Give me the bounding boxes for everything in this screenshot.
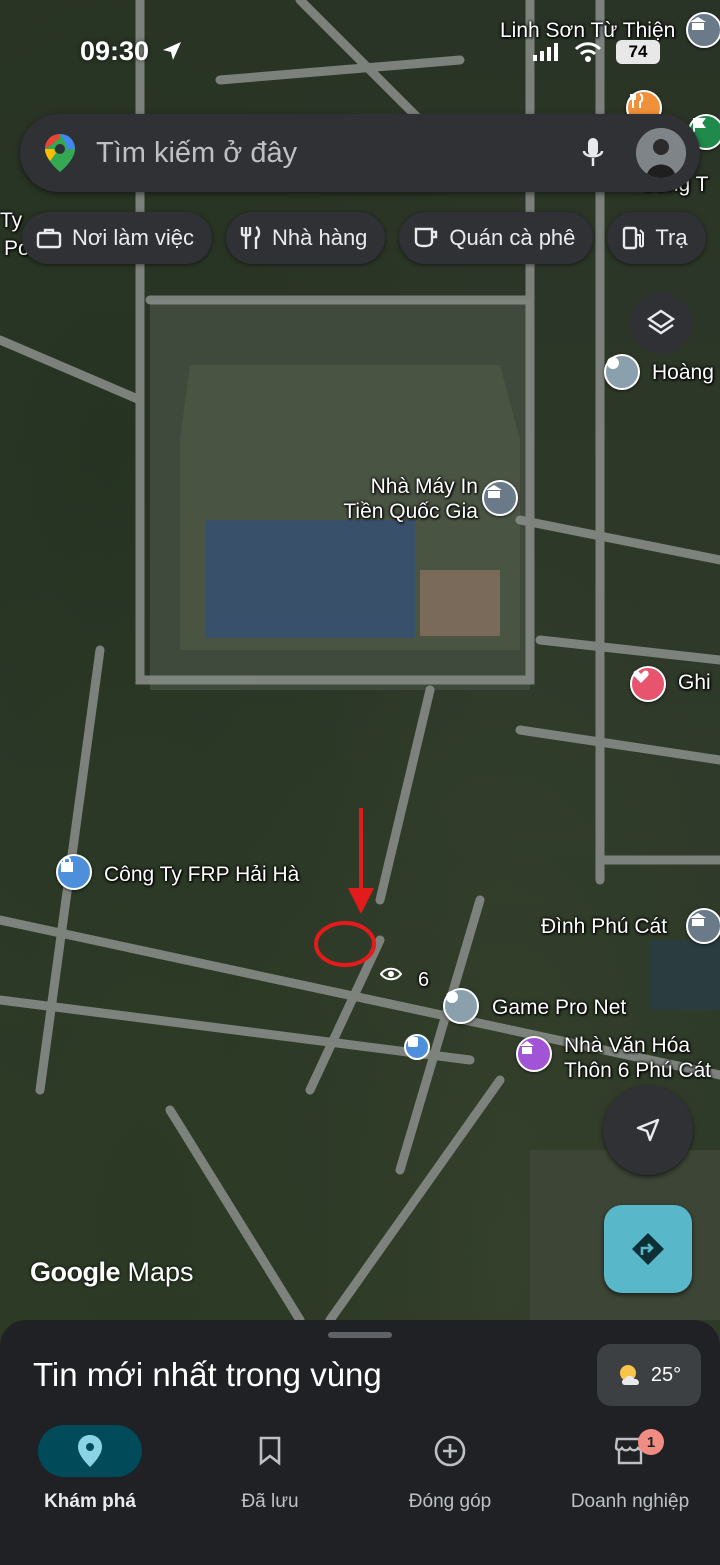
microphone-icon[interactable] [580, 136, 606, 170]
nav-pill [398, 1425, 502, 1477]
battery-indicator: 74 [616, 40, 660, 64]
temperature: 25° [650, 1363, 682, 1386]
weather-chip[interactable]: 25° [597, 1344, 701, 1406]
google-logo-text: Google [30, 1257, 121, 1287]
search-input[interactable]: Tìm kiếm ở đây [96, 137, 580, 170]
shopping-bag-icon[interactable] [56, 854, 92, 890]
factory-roof [205, 520, 415, 638]
map-label[interactable]: Đình Phú Cát [541, 914, 667, 939]
clock-text: 09:30 [80, 36, 150, 66]
status-time: 09:30 [80, 36, 183, 67]
map-label-line: Tiền Quốc Gia [343, 500, 478, 524]
map-label[interactable]: Ty [0, 208, 22, 233]
map-label-line: Nhà Máy In [370, 475, 478, 498]
nav-contribute[interactable]: Đóng góp [360, 1417, 540, 1565]
nav-business[interactable]: 1 Doanh nghiệp [540, 1417, 720, 1565]
road [0, 335, 145, 405]
fork-knife-icon [240, 225, 261, 249]
location-pin-icon[interactable] [443, 988, 479, 1024]
location-pin-icon [78, 1435, 102, 1467]
map-label-printing-factory[interactable]: Nhà Máy In Tiền Quốc Gia [322, 474, 478, 524]
road [215, 55, 465, 85]
cellular-signal-icon [533, 43, 558, 61]
location-pin-icon[interactable] [604, 354, 640, 390]
road [535, 635, 720, 665]
heart-icon[interactable] [630, 666, 666, 702]
map-label[interactable]: Hoàng [652, 360, 714, 385]
road [165, 1105, 305, 1325]
navigation-arrow-icon [636, 1118, 660, 1142]
chip-label: Trạ [655, 225, 688, 250]
search-bar[interactable]: Tìm kiếm ở đây [20, 114, 700, 192]
layers-button[interactable] [630, 292, 692, 354]
map-label-cultural-house[interactable]: Nhà Văn Hóa Thôn 6 Phú Cát [564, 1033, 711, 1083]
bookmark-icon [259, 1436, 281, 1466]
map-label[interactable]: Công Ty FRP Hải Hà [104, 862, 299, 887]
road [295, 0, 425, 125]
road [515, 515, 720, 565]
annotation-arrow-head [348, 888, 374, 914]
map-label[interactable]: 6 [418, 968, 429, 992]
add-circle-icon [434, 1435, 466, 1467]
coffee-icon [415, 227, 438, 248]
nav-label: Đã lưu [241, 1491, 299, 1512]
bottom-navigation: Khám phá Đã lưu Đóng góp 1 Doanh nghiệp [0, 1417, 720, 1565]
road [515, 725, 720, 765]
map-label[interactable]: Game Pro Net [492, 995, 626, 1020]
chip-label: Nhà hàng [272, 225, 368, 250]
maps-logo-text: Maps [127, 1257, 194, 1287]
bottom-sheet[interactable]: Tin mới nhất trong vùng 25° [0, 1320, 720, 1420]
sheet-title: Tin mới nhất trong vùng [33, 1356, 382, 1393]
chip-gas-station[interactable]: Trạ [607, 212, 706, 264]
notification-badge: 1 [638, 1429, 664, 1455]
museum-icon[interactable] [482, 480, 518, 516]
pond [650, 940, 720, 1010]
briefcase-icon [36, 228, 62, 249]
landmark-icon[interactable] [516, 1036, 552, 1072]
gas-station-icon [623, 226, 645, 250]
nav-label: Đóng góp [408, 1491, 492, 1512]
temple-icon[interactable] [686, 12, 720, 48]
drag-handle[interactable] [328, 1332, 392, 1338]
map-label-line: Nhà Văn Hóa [564, 1034, 691, 1057]
layers-icon [646, 309, 676, 335]
chip-coffee[interactable]: Quán cà phê [399, 212, 594, 264]
google-maps-logo: Google Maps [30, 1257, 194, 1288]
building [420, 570, 500, 636]
my-location-button[interactable] [603, 1085, 693, 1175]
annotation-circle [314, 921, 376, 967]
road [305, 935, 385, 1095]
nav-pill [38, 1425, 142, 1477]
nav-label: Khám phá [44, 1491, 136, 1512]
chip-label: Quán cà phê [449, 225, 576, 250]
road [375, 685, 435, 905]
map-label[interactable]: Ghi [678, 670, 711, 695]
nav-saved[interactable]: Đã lưu [180, 1417, 360, 1565]
location-arrow-icon [162, 42, 181, 60]
nav-explore[interactable]: Khám phá [0, 1417, 180, 1565]
google-maps-pin-icon [45, 134, 75, 172]
partly-cloudy-icon [619, 1365, 639, 1385]
map-label-line: Thôn 6 Phú Cát [564, 1059, 712, 1083]
directions-button[interactable] [604, 1205, 692, 1293]
chip-workplace[interactable]: Nơi làm việc [22, 212, 212, 264]
temple-icon[interactable] [686, 908, 720, 944]
bus-stop-icon[interactable] [404, 1034, 430, 1060]
nav-label: Doanh nghiệp [570, 1491, 690, 1512]
nav-pill [578, 1425, 682, 1477]
chip-restaurant[interactable]: Nhà hàng [226, 212, 386, 264]
nav-pill [218, 1425, 322, 1477]
category-chips: Nơi làm việc Nhà hàng Quán cà phê Trạ [22, 212, 720, 264]
chip-label: Nơi làm việc [72, 225, 194, 250]
wifi-icon [574, 42, 602, 62]
directions-icon [632, 1233, 664, 1265]
avatar[interactable] [636, 128, 686, 178]
status-icons: 74 [532, 40, 660, 64]
